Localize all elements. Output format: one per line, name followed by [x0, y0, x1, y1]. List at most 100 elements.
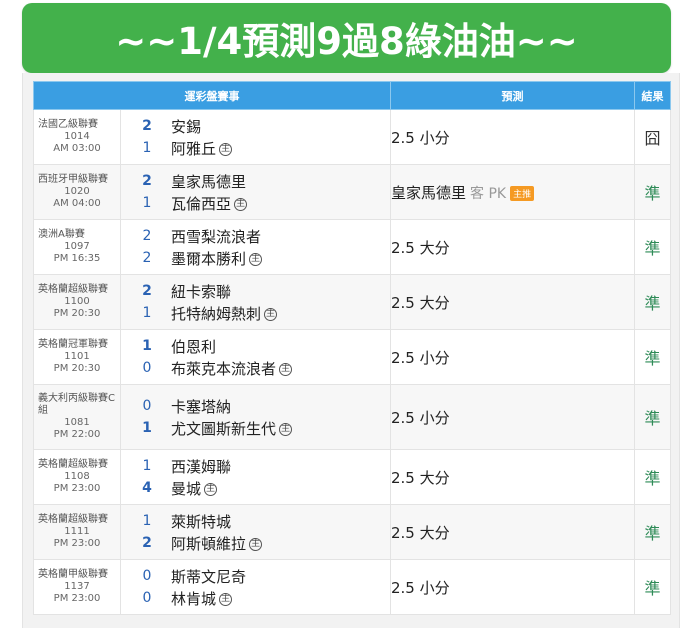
team2-name: 林肯城主 — [171, 588, 233, 609]
results-panel: 運彩盤賽事 預測 結果 法國乙級聯賽 1014 AM 03:00 2 安錫 1 … — [22, 73, 680, 628]
prediction-text: 2.5 小分 — [391, 408, 450, 427]
league-cell: 英格蘭超級聯賽 1111 PM 23:00 — [33, 504, 121, 560]
teams-cell: 0 卡塞塔納 1 尤文圖斯新生代主 — [120, 384, 391, 450]
league-cell: 英格蘭冠軍聯賽 1101 PM 20:30 — [33, 329, 121, 385]
team-line-2: 0 林肯城主 — [121, 587, 390, 609]
team1-score: 2 — [142, 173, 152, 189]
team2-score: 1 — [142, 195, 152, 211]
teams-cell: 1 西漢姆聯 4 曼城主 — [120, 449, 391, 505]
banner-title: ~~1/4預測9過8綠油油~~ — [115, 20, 578, 63]
team-line-1: 2 皇家馬德里 — [121, 170, 390, 192]
prediction-cell: 皇家馬德里客 PK 主推 — [390, 164, 635, 220]
team2-label: 曼城 — [171, 479, 202, 498]
prediction-cell: 2.5 大分 — [390, 274, 635, 330]
prediction-cell: 2.5 大分 — [390, 449, 635, 505]
teams-cell: 2 安錫 1 阿雅丘主 — [120, 109, 391, 165]
team2-score: 4 — [142, 480, 152, 496]
prediction-text: 2.5 小分 — [391, 578, 450, 597]
result-mark: 準 — [644, 239, 661, 258]
home-marker-icon: 主 — [279, 362, 293, 376]
league-cell: 英格蘭甲級聯賽 1137 PM 23:00 — [33, 559, 121, 615]
teams-cell: 0 斯蒂文尼奇 0 林肯城主 — [120, 559, 391, 615]
result-cell: 準 — [634, 559, 671, 615]
league-name: 英格蘭甲級聯賽 — [38, 569, 108, 580]
home-marker-icon: 主 — [249, 537, 263, 551]
home-marker-icon: 主 — [204, 482, 218, 496]
prediction-text: 2.5 大分 — [391, 293, 450, 312]
team1-name: 紐卡索聯 — [171, 282, 232, 301]
team1-score: 1 — [142, 458, 152, 474]
team2-name: 尤文圖斯新生代主 — [171, 418, 293, 439]
team1-name: 伯恩利 — [171, 337, 217, 356]
team2-label: 托特納姆熱刺 — [171, 304, 262, 323]
prediction-cell: 2.5 小分 — [390, 329, 635, 385]
result-mark: 準 — [644, 184, 661, 203]
result-mark: 準 — [644, 524, 661, 543]
league-name: 英格蘭超級聯賽 — [38, 514, 108, 525]
team1-name: 皇家馬德里 — [171, 172, 247, 191]
table-header-row: 運彩盤賽事 預測 結果 — [33, 81, 671, 110]
match-time: PM 23:00 — [53, 483, 101, 494]
team-line-1: 1 萊斯特城 — [121, 510, 390, 532]
prediction-cell: 2.5 大分 — [390, 504, 635, 560]
prediction-text: 2.5 小分 — [391, 348, 450, 367]
team-line-1: 2 紐卡索聯 — [121, 280, 390, 302]
team-line-2: 1 尤文圖斯新生代主 — [121, 417, 390, 439]
league-cell: 法國乙級聯賽 1014 AM 03:00 — [33, 109, 121, 165]
match-time: PM 22:00 — [53, 429, 101, 440]
team-line-1: 2 安錫 — [121, 115, 390, 137]
prediction-text: 2.5 大分 — [391, 468, 450, 487]
team1-name: 萊斯特城 — [171, 512, 232, 531]
match-code: 1101 — [64, 351, 90, 362]
team-line-2: 1 托特納姆熱刺主 — [121, 302, 390, 324]
team2-label: 布萊克本流浪者 — [171, 359, 277, 378]
prediction-extra: 客 PK — [470, 185, 507, 202]
team2-name: 布萊克本流浪者主 — [171, 358, 293, 379]
team1-score: 1 — [142, 338, 152, 354]
team1-score: 0 — [142, 568, 152, 584]
league-cell: 英格蘭超級聯賽 1108 PM 23:00 — [33, 449, 121, 505]
home-marker-icon: 主 — [249, 252, 263, 266]
match-code: 1111 — [64, 526, 90, 537]
team2-label: 阿雅丘 — [171, 139, 217, 158]
team2-name: 阿雅丘主 — [171, 138, 233, 159]
team1-score: 1 — [142, 513, 152, 529]
match-code: 1097 — [64, 241, 90, 252]
result-mark: 囧 — [644, 129, 661, 148]
match-time: PM 16:35 — [53, 253, 101, 264]
team1-name: 斯蒂文尼奇 — [171, 567, 247, 586]
match-time: AM 03:00 — [53, 143, 101, 154]
table-row: 英格蘭冠軍聯賽 1101 PM 20:30 1 伯恩利 0 布萊克本流浪者主 2… — [33, 329, 671, 385]
team2-score: 1 — [142, 420, 152, 436]
table-row: 法國乙級聯賽 1014 AM 03:00 2 安錫 1 阿雅丘主 2.5 小分 … — [33, 109, 671, 165]
league-name: 英格蘭超級聯賽 — [38, 459, 108, 470]
home-marker-icon: 主 — [264, 307, 278, 321]
home-marker-icon: 主 — [219, 592, 233, 606]
home-marker-icon: 主 — [279, 422, 293, 436]
teams-cell: 2 皇家馬德里 1 瓦倫西亞主 — [120, 164, 391, 220]
team2-label: 尤文圖斯新生代 — [171, 419, 277, 438]
result-cell: 準 — [634, 164, 671, 220]
team1-score: 0 — [142, 398, 152, 414]
home-marker-icon: 主 — [234, 197, 248, 211]
match-time: PM 23:00 — [53, 538, 101, 549]
match-time: PM 20:30 — [53, 363, 101, 374]
team-line-1: 1 伯恩利 — [121, 335, 390, 357]
result-cell: 準 — [634, 384, 671, 450]
team2-name: 托特納姆熱刺主 — [171, 303, 278, 324]
team2-score: 2 — [142, 535, 152, 551]
table-row: 英格蘭超級聯賽 1100 PM 20:30 2 紐卡索聯 1 托特納姆熱刺主 2… — [33, 274, 671, 330]
result-mark: 準 — [644, 294, 661, 313]
league-cell: 西班牙甲級聯賽 1020 AM 04:00 — [33, 164, 121, 220]
result-cell: 準 — [634, 504, 671, 560]
table-row: 澳洲A聯賽 1097 PM 16:35 2 西雪梨流浪者 2 墨爾本勝利主 2.… — [33, 219, 671, 275]
match-code: 1108 — [64, 471, 90, 482]
team1-name: 西漢姆聯 — [171, 457, 232, 476]
team-line-1: 2 西雪梨流浪者 — [121, 225, 390, 247]
team1-name: 卡塞塔納 — [171, 397, 232, 416]
home-marker-icon: 主 — [219, 142, 233, 156]
team2-score: 0 — [142, 590, 152, 606]
result-cell: 準 — [634, 329, 671, 385]
team1-score: 2 — [142, 118, 152, 134]
prediction-text: 2.5 小分 — [391, 128, 450, 147]
